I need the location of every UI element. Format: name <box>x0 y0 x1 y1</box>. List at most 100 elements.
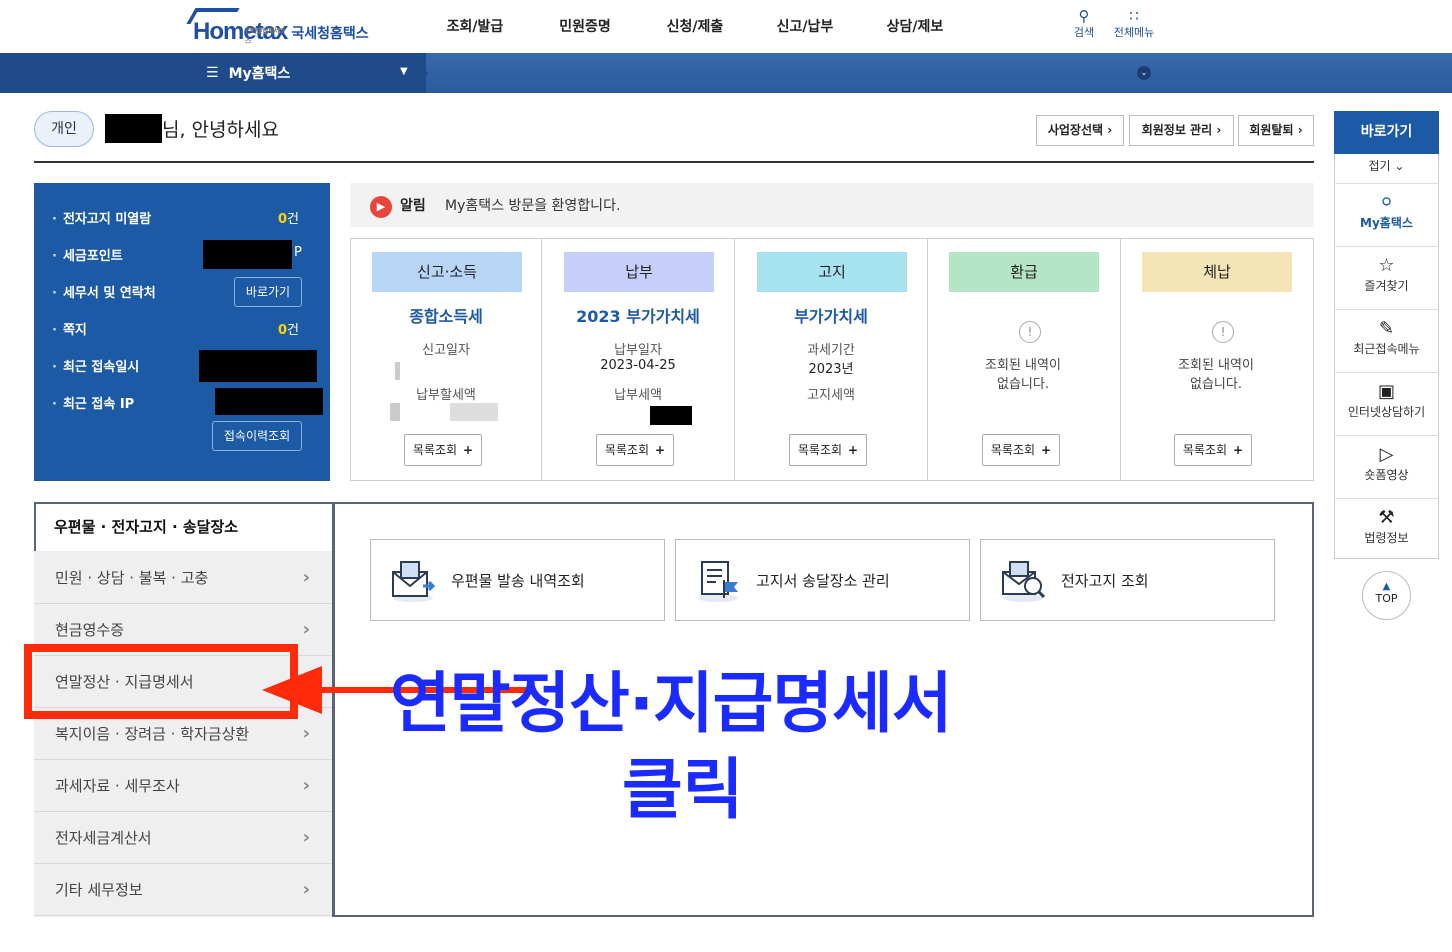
info-unread-notice: 전자고지 미열람 <box>52 208 151 227</box>
card-tag-refund: 환급 <box>949 252 1099 292</box>
card-tag-payment: 납부 <box>564 252 714 292</box>
tax-office-shortcut-button[interactable]: 바로가기 <box>234 277 302 307</box>
card-tag-notice: 고지 <box>757 252 907 292</box>
annotation-text-click: 클릭 <box>622 751 744 828</box>
gnb-item-filing[interactable]: 신고/납부 <box>750 16 860 36</box>
gnb-item-certificate[interactable]: 민원증명 <box>530 16 640 36</box>
info-last-login: 최근 접속일시 <box>52 356 139 375</box>
quick-item-favorites[interactable]: ☆ 즐겨찾기 <box>1334 246 1439 308</box>
redacted-tax-point <box>203 240 292 269</box>
info-unread-notice-value[interactable]: 0건 <box>278 208 299 227</box>
sub-navbar-arrow <box>414 53 428 93</box>
arrow-up-icon: ▲ <box>1382 581 1391 592</box>
envelope-search-icon <box>999 556 1047 604</box>
info-message: 쪽지 <box>52 319 87 338</box>
card-label: 납부세액 <box>614 388 662 403</box>
redacted-last-login <box>199 350 317 382</box>
chevron-right-icon: › <box>302 827 310 848</box>
gavel-icon: ⚒ <box>1378 507 1395 528</box>
info-tax-point-unit: P <box>294 245 302 260</box>
withdraw-button[interactable]: 회원탈퇴 › <box>1238 115 1314 146</box>
notice-label: 알림 <box>400 198 426 214</box>
redacted-date <box>395 362 400 380</box>
search-button[interactable]: ⚲ 검색 <box>1059 8 1109 40</box>
consult-icon: ▣ <box>1377 381 1395 402</box>
card-list-button[interactable]: 목록조회 + <box>596 434 674 466</box>
video-icon: ▷ <box>1379 444 1394 465</box>
user-type-badge: 개인 <box>34 111 94 147</box>
expand-circle-icon[interactable]: ⌄ <box>1137 66 1151 80</box>
card-list-button[interactable]: 목록조회 + <box>789 434 867 466</box>
redacted-last-ip <box>215 388 323 415</box>
gnb-item-application[interactable]: 신청/제출 <box>640 16 750 36</box>
card-label: 신고일자 <box>422 343 470 358</box>
person-icon: ⚪ <box>1378 192 1395 213</box>
info-message-value[interactable]: 0건 <box>278 319 299 338</box>
quick-item-law-info[interactable]: ⚒ 법령정보 <box>1334 498 1439 560</box>
logo-wordmark: 인터넷 납세서비스 Hometax <box>186 8 288 46</box>
annotation-arrow-head <box>262 666 322 714</box>
card-label: 고지세액 <box>807 388 855 403</box>
hometax-logo[interactable]: 인터넷 납세서비스 Hometax 국세청홈택스 <box>186 6 369 46</box>
quick-item-recent-menu[interactable]: ✎ 최근접속메뉴 <box>1334 309 1439 371</box>
info-tax-point: 세금포인트 <box>52 245 123 264</box>
greeting-divider <box>34 161 1314 163</box>
card-value: 2023-04-25 <box>600 358 676 373</box>
info-last-ip: 최근 접속 IP <box>52 393 134 412</box>
redacted-username <box>105 114 162 143</box>
service-delivery-address[interactable]: 고지서 송달장소 관리 <box>675 539 970 621</box>
megaphone-icon: ▶ <box>370 196 392 218</box>
card-tag-arrears: 체납 <box>1142 252 1292 292</box>
annotation-text: 연말정산·지급명세서 <box>390 665 953 742</box>
menu-item-civil[interactable]: 민원 · 상담 · 불복 · 고충 › <box>34 552 332 604</box>
notice-text: My홈택스 방문을 환영합니다. <box>445 198 621 214</box>
card-value: 2023년 <box>808 362 854 377</box>
card-label: 과세기간 <box>807 343 855 358</box>
hamburger-icon: ☰ <box>206 65 219 81</box>
member-info-button[interactable]: 회원정보 관리 › <box>1129 115 1234 146</box>
greeting-text: 님, 안녕하세요 <box>162 119 279 141</box>
recent-menu-icon: ✎ <box>1378 318 1395 339</box>
scroll-top-button[interactable]: ▲ TOP <box>1362 571 1411 620</box>
chevron-right-icon: › <box>302 775 310 796</box>
quick-item-short-video[interactable]: ▷ 숏폼영상 <box>1334 435 1439 497</box>
quick-item-consult[interactable]: ▣ 인터넷상담하기 <box>1334 372 1439 434</box>
select-business-button[interactable]: 사업장선택 › <box>1036 115 1124 146</box>
card-list-button[interactable]: 목록조회 + <box>982 434 1060 466</box>
tab-mail-notice-label: 우편물 · 전자고지 · 송달장소 <box>54 518 239 536</box>
card-title-income-tax[interactable]: 종합소득세 <box>350 303 542 327</box>
service-mail-history[interactable]: 우편물 발송 내역조회 <box>370 539 665 621</box>
menu-item-tax-audit[interactable]: 과세자료 · 세무조사 › <box>34 760 332 812</box>
card-title-vat[interactable]: 부가가치세 <box>735 303 927 327</box>
menu-item-e-invoice[interactable]: 전자세금계산서 › <box>34 812 332 864</box>
search-icon: ⚲ <box>1078 7 1090 25</box>
chevron-right-icon: › <box>302 619 310 640</box>
all-menu-button[interactable]: ∷ 전체메뉴 <box>1109 8 1159 40</box>
quick-panel-fold-button[interactable]: 접기 ⌄ <box>1334 157 1439 174</box>
gnb-item-inquiry[interactable]: 조회/발급 <box>420 16 530 36</box>
logo-subtitle: 국세청홈택스 <box>291 26 369 42</box>
info-icon: ! <box>1019 321 1041 343</box>
card-label: 납부일자 <box>614 343 662 358</box>
gnb-item-consult[interactable]: 상담/제보 <box>860 16 970 36</box>
star-icon: ☆ <box>1378 255 1395 276</box>
my-hometax-menu[interactable]: ☰ My홈택스 <box>206 63 290 83</box>
login-history-button[interactable]: 접속이력조회 <box>212 421 302 451</box>
card-tag-filing: 신고·소득 <box>372 252 522 292</box>
chevron-down-icon[interactable]: ▼ <box>400 66 408 77</box>
annotation-highlight-box <box>24 644 298 719</box>
card-list-button[interactable]: 목록조회 + <box>1174 434 1252 466</box>
card-label: 납부할세액 <box>416 388 476 403</box>
chevron-right-icon: › <box>302 567 310 588</box>
menu-item-other-info[interactable]: 기타 세무정보 › <box>34 864 332 916</box>
chevron-right-icon: › <box>302 879 310 900</box>
info-tax-office: 세무서 및 연락처 <box>52 282 156 301</box>
redacted-amount <box>450 403 498 421</box>
card-empty-message: 조회된 내역이 없습니다. <box>1178 358 1254 392</box>
card-list-button[interactable]: 목록조회 + <box>404 434 482 466</box>
quick-item-my-hometax[interactable]: ⚪ My홈택스 <box>1334 183 1439 245</box>
chevron-right-icon: › <box>302 723 310 744</box>
redacted-amount <box>390 403 400 421</box>
service-e-notice[interactable]: 전자고지 조회 <box>980 539 1275 621</box>
card-title-vat-2023[interactable]: 2023 부가가치세 <box>542 303 734 327</box>
